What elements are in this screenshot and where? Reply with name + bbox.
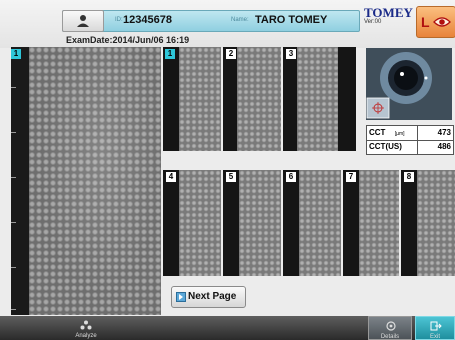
thumbnail-6[interactable]: 6 <box>283 170 341 276</box>
patient-info-bar: ID: 12345678 Name: TARO TOMEY <box>62 10 360 32</box>
eye-photo-icon <box>366 48 452 120</box>
thumbnail-badge: 8 <box>404 172 414 182</box>
thumbnail-badge: 3 <box>286 49 296 59</box>
cct-label: CCT <box>369 128 386 137</box>
next-arrow-icon <box>176 292 186 302</box>
cct-value: 473 <box>437 128 451 137</box>
name-label: Name: <box>231 17 249 23</box>
cct-unit: [µm] <box>394 131 405 137</box>
thumbnail-5[interactable]: 5 <box>223 170 281 276</box>
eye-side-button[interactable]: L <box>416 6 455 38</box>
logo-text: TOMEY <box>364 5 413 20</box>
cct-row: CCT [µm] 473 <box>367 126 453 141</box>
exit-icon <box>430 321 442 331</box>
details-icon <box>386 321 396 331</box>
eye-icon <box>433 17 451 27</box>
main-endothelium-image[interactable]: 1 <box>11 47 161 315</box>
cct-us-value: 486 <box>437 142 451 151</box>
id-value: 12345678 <box>123 14 172 26</box>
thumbnail-4[interactable]: 4 <box>163 170 221 276</box>
thumbnail-badge: 4 <box>166 172 176 182</box>
thumbnail-badge: 2 <box>226 49 236 59</box>
analyze-label: Analyze <box>75 333 97 339</box>
exam-date: ExamDate:2014/Jun/06 16:19 <box>66 35 190 45</box>
thumbnail-8[interactable]: 8 <box>401 170 455 276</box>
tomey-logo: TOMEY Ver:00 <box>364 6 413 25</box>
cct-table: CCT [µm] 473 CCT(US) 486 <box>366 125 454 155</box>
analyze-button[interactable]: Analyze <box>66 316 106 340</box>
thumbnail-2[interactable]: 2 <box>223 47 281 151</box>
thumbnail-7[interactable]: 7 <box>343 170 399 276</box>
cct-us-label: CCT(US) <box>369 140 418 154</box>
thumbnail-badge: 5 <box>226 172 236 182</box>
thumbnail-1[interactable]: 1 <box>163 47 221 151</box>
cornea-photo[interactable] <box>366 48 452 120</box>
cct-us-row: CCT(US) 486 <box>367 140 453 154</box>
patient-button[interactable] <box>62 10 104 32</box>
thumbnail-badge: 7 <box>346 172 356 182</box>
next-page-label: Next Page <box>188 291 237 302</box>
eye-side-label: L <box>421 14 430 30</box>
details-label: Details <box>380 334 400 340</box>
exit-label: Exit <box>429 334 440 340</box>
thumbnail-3[interactable]: 3 <box>283 47 356 151</box>
next-page-button[interactable]: Next Page <box>171 286 246 308</box>
name-value: TARO TOMEY <box>255 14 328 26</box>
scale-ruler <box>11 47 19 315</box>
main-image-content <box>29 47 161 315</box>
thumbnail-badge: 1 <box>165 49 175 59</box>
analyze-icon <box>80 320 92 330</box>
id-label: ID: <box>115 17 123 23</box>
user-icon <box>77 15 89 27</box>
exit-button[interactable]: Exit <box>415 316 455 340</box>
details-button[interactable]: Details <box>368 316 412 340</box>
thumbnail-badge: 6 <box>286 172 296 182</box>
